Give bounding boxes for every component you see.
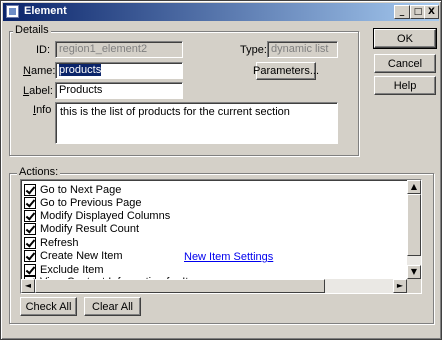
window-icon <box>6 5 19 18</box>
horizontal-scroll-thumb[interactable] <box>35 279 325 293</box>
actions-list[interactable]: Go to Next Page Go to Previous Page Modi… <box>20 179 422 294</box>
actions-group-label: Actions: <box>17 166 61 178</box>
type-label: Type: <box>240 44 267 56</box>
list-item[interactable]: Refresh <box>24 236 79 249</box>
list-item-label: Create New Item <box>40 249 123 262</box>
clear-all-button[interactable]: Clear All <box>84 297 141 316</box>
scrollbar-corner <box>407 279 421 293</box>
parameters-button[interactable]: Parameters... <box>253 62 319 80</box>
ok-button-label: OK <box>397 32 413 45</box>
scroll-up-icon[interactable]: ▲ <box>407 180 421 194</box>
ok-button[interactable]: OK <box>373 28 437 49</box>
list-item[interactable]: Go to Next Page <box>24 183 121 196</box>
checkbox[interactable] <box>24 209 36 222</box>
label-label: Label: <box>23 85 53 97</box>
list-item[interactable]: Modify Result Count <box>24 222 139 235</box>
checkbox[interactable] <box>24 249 36 262</box>
checkbox[interactable] <box>24 183 36 196</box>
info-label: Info <box>33 104 52 116</box>
scroll-right-icon[interactable]: ► <box>393 279 407 293</box>
id-field: region1_element2 <box>55 41 183 58</box>
scroll-left-icon[interactable]: ◄ <box>21 279 35 293</box>
checkbox[interactable] <box>24 263 36 276</box>
scroll-down-icon[interactable]: ▼ <box>407 265 421 279</box>
list-item-label: Refresh <box>40 236 79 249</box>
cancel-button[interactable]: Cancel <box>374 54 436 73</box>
window-title: Element <box>24 5 67 17</box>
info-textarea[interactable]: this is the list of products for the cur… <box>55 102 338 144</box>
checkbox[interactable] <box>24 236 36 249</box>
name-input-value: products <box>59 64 102 76</box>
list-item-label: Go to Previous Page <box>40 196 142 209</box>
vertical-scroll-thumb[interactable] <box>407 194 421 256</box>
checkbox[interactable] <box>24 196 36 209</box>
id-label: ID: <box>36 44 51 56</box>
title-bar[interactable]: Element _ □ X <box>3 3 439 21</box>
element-dialog: Element _ □ X Details ID: region1_elemen… <box>0 0 442 340</box>
list-item-label: Modify Result Count <box>40 222 140 235</box>
list-item[interactable]: Create New Item <box>24 249 123 262</box>
type-field: dynamic list <box>267 41 338 58</box>
list-item-label: Go to Next Page <box>40 183 122 196</box>
minimize-button[interactable]: _ <box>394 5 410 19</box>
close-button[interactable]: X <box>424 5 439 19</box>
name-label: Name: <box>23 65 56 77</box>
help-button[interactable]: Help <box>374 76 436 95</box>
list-item[interactable]: Exclude Item <box>24 263 104 276</box>
check-all-button[interactable]: Check All <box>20 297 77 316</box>
new-item-settings-link[interactable]: New Item Settings <box>184 251 273 263</box>
details-group-label: Details <box>13 24 51 36</box>
list-item[interactable]: Go to Previous Page <box>24 196 142 209</box>
checkbox[interactable] <box>24 222 36 235</box>
label-input[interactable]: Products <box>55 82 183 99</box>
name-input[interactable]: products <box>55 62 183 79</box>
list-item-label: Exclude Item <box>40 263 104 276</box>
list-item-label: Modify Displayed Columns <box>40 209 171 222</box>
list-item[interactable]: Modify Displayed Columns <box>24 209 170 222</box>
